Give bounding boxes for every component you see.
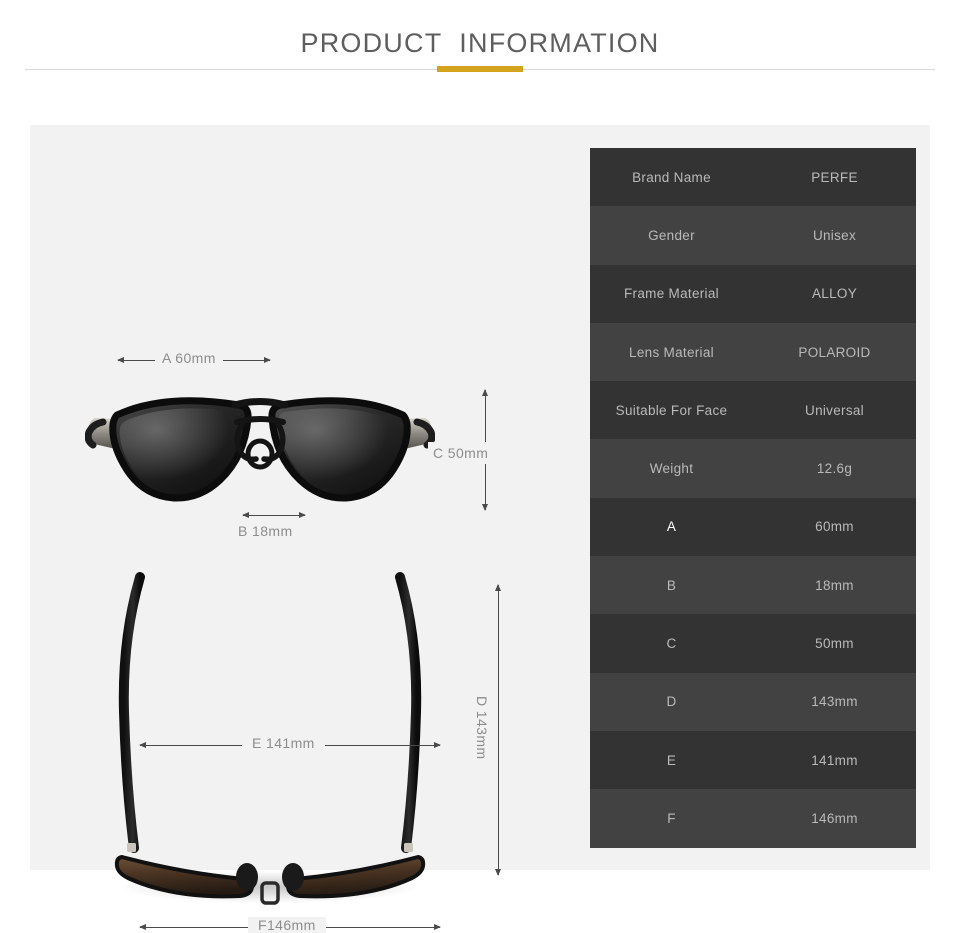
spec-value: Unisex xyxy=(812,227,857,243)
table-row: Gender Unisex xyxy=(590,206,916,265)
product-diagram-area: A 60mm B 18mm C 50mm D 143mm E 141mm F14… xyxy=(30,125,590,933)
dimension-label-a: A 60mm xyxy=(155,350,223,366)
table-row: Brand Name PERFE xyxy=(590,148,916,207)
spec-value: 50mm xyxy=(815,636,854,652)
table-row: Lens Material POLAROID xyxy=(590,322,916,382)
spec-label: Brand Name xyxy=(632,169,711,185)
spec-value: 143mm xyxy=(811,694,858,710)
sunglasses-front-view xyxy=(84,370,436,515)
dimension-label-f: F146mm xyxy=(248,917,326,933)
dimension-label-b: B 18mm xyxy=(238,523,293,539)
spec-label: Lens Material xyxy=(629,344,714,360)
table-row: Frame Material ALLOY xyxy=(590,264,916,323)
specifications-table: Brand Name PERFE Gender Unisex Frame Mat… xyxy=(590,148,916,848)
page-header: PRODUCT INFORMATION xyxy=(0,0,960,125)
spec-value: 60mm xyxy=(815,519,854,535)
spec-value: POLAROID xyxy=(798,344,871,360)
spec-label: C xyxy=(666,636,677,652)
table-row: D 143mm xyxy=(590,672,916,731)
spec-value: 18mm xyxy=(815,577,854,593)
spec-label: A xyxy=(666,519,677,535)
dimension-arrow-b xyxy=(242,512,306,518)
spec-value: PERFE xyxy=(811,169,858,185)
spec-label: Frame Material xyxy=(624,286,719,302)
spec-value: 146mm xyxy=(811,810,858,826)
spec-label: F xyxy=(667,810,676,826)
dimension-label-e: E 141mm xyxy=(242,735,325,751)
table-row: A 60mm xyxy=(590,497,916,557)
dimension-label-d: D 143mm xyxy=(472,690,492,766)
table-row: C 50mm xyxy=(590,614,916,673)
table-row: B 18mm xyxy=(590,556,916,615)
dimension-arrow-d xyxy=(495,584,501,876)
spec-label: Weight xyxy=(649,461,694,477)
dimension-label-c: C 50mm xyxy=(428,442,494,464)
page-title: PRODUCT INFORMATION xyxy=(300,28,660,58)
spec-label: Suitable For Face xyxy=(615,402,728,418)
table-row: Weight 12.6g xyxy=(590,439,916,498)
content-panel: A 60mm B 18mm C 50mm D 143mm E 141mm F14… xyxy=(30,125,930,933)
spec-label: E xyxy=(666,752,677,768)
spec-label: B xyxy=(666,577,677,593)
spec-value: 12.6g xyxy=(816,461,853,477)
spec-label: Gender xyxy=(648,227,695,243)
spec-value: ALLOY xyxy=(811,286,858,302)
table-row: E 141mm xyxy=(590,730,916,790)
header-accent-bar xyxy=(437,66,523,72)
table-row: F 146mm xyxy=(590,789,916,848)
spec-value: Universal xyxy=(805,402,864,418)
spec-label: D xyxy=(666,694,677,710)
spec-value: 141mm xyxy=(811,752,858,768)
table-row: Suitable For Face Universal xyxy=(590,381,916,440)
